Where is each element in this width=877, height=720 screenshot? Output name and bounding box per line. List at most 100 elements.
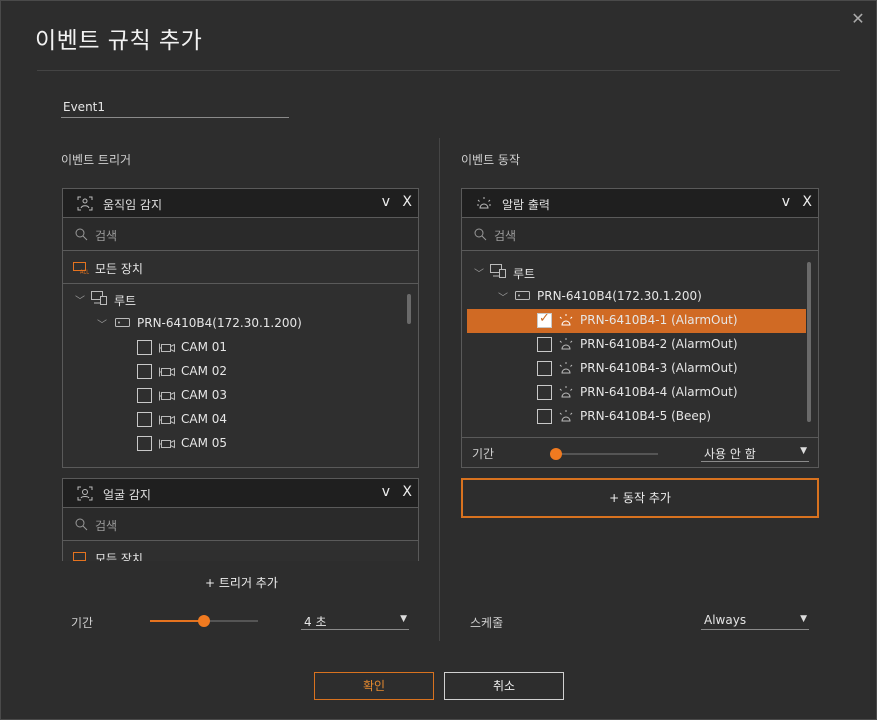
output-label: PRN-6410B4-5 (Beep) [580, 409, 712, 423]
camera-row[interactable]: CAM 01 [63, 336, 403, 360]
chevron-down-icon[interactable]: v [382, 484, 390, 500]
root-site-icon [490, 264, 506, 278]
camera-row[interactable]: CAM 04 [63, 408, 403, 432]
recorder-icon [115, 318, 130, 327]
slider-knob[interactable] [198, 615, 210, 627]
camera-label: CAM 05 [181, 436, 228, 450]
motion-trigger-panel: 움직임 감지 v X 검색 ALL 모든 장치 ﹀ 루트 ﹀ PRN-6410B… [62, 188, 419, 468]
chevron-down-icon[interactable]: ﹀ [75, 292, 85, 307]
alarm-output-icon [559, 362, 573, 374]
search-input[interactable]: 검색 [494, 227, 516, 244]
trigger-search: 검색 [63, 218, 418, 251]
output-row[interactable]: PRN-6410B4-1 (AlarmOut) [462, 309, 802, 333]
dropdown-arrow-icon: ▼ [800, 446, 807, 456]
tree-device-row[interactable]: ﹀ PRN-6410B4(172.30.1.200) [462, 285, 802, 309]
add-trigger-button[interactable]: + 트리거 추가 [205, 574, 278, 591]
all-devices-item[interactable]: ALL 모든 장치 [63, 251, 418, 284]
remove-trigger-button[interactable]: X [402, 194, 412, 210]
output-checkbox[interactable] [537, 337, 552, 352]
action-duration-slider[interactable] [550, 448, 658, 460]
camera-label: CAM 03 [181, 388, 228, 402]
action-type-label: 알람 출력 [502, 198, 550, 212]
output-label: PRN-6410B4-3 (AlarmOut) [580, 361, 738, 375]
tree-scrollbar[interactable] [407, 294, 411, 324]
output-row[interactable]: PRN-6410B4-4 (AlarmOut) [462, 381, 802, 405]
alarm-output-icon [477, 197, 491, 209]
action-duration-dropdown[interactable]: 사용 안 함 ▼ [701, 445, 809, 462]
action-tree: ﹀ 루트 ﹀ PRN-6410B4(172.30.1.200) PRN-6410… [462, 252, 818, 437]
output-checkbox[interactable] [537, 361, 552, 376]
all-devices-icon [73, 552, 86, 561]
tree-device-row[interactable]: ﹀ PRN-6410B4(172.30.1.200) [63, 312, 403, 336]
action-duration-bar: 기간 사용 안 함 ▼ [462, 437, 818, 467]
dropdown-arrow-icon: ▼ [800, 614, 807, 624]
chevron-down-icon[interactable]: ﹀ [474, 265, 484, 280]
root-label: 루트 [513, 267, 536, 281]
trigger-search: 검색 [63, 508, 418, 541]
all-devices-label: 모든 장치 [95, 262, 143, 276]
camera-icon [159, 439, 175, 449]
output-row[interactable]: PRN-6410B4-2 (AlarmOut) [462, 333, 802, 357]
add-action-button[interactable]: + 동작 추가 [461, 478, 819, 518]
slider-fill [150, 620, 204, 622]
camera-row[interactable]: CAM 02 [63, 360, 403, 384]
search-input[interactable]: 검색 [95, 227, 117, 244]
chevron-down-icon[interactable]: ﹀ [97, 316, 107, 331]
camera-row[interactable]: CAM 05 [63, 432, 403, 456]
chevron-down-icon[interactable]: v [382, 194, 390, 210]
schedule-dropdown[interactable]: Always ▼ [701, 613, 809, 630]
camera-checkbox[interactable] [137, 364, 152, 379]
rule-name-input[interactable] [61, 97, 289, 118]
action-duration-label: 기간 [472, 447, 495, 461]
all-devices-icon: ALL [73, 262, 89, 274]
output-row[interactable]: PRN-6410B4-3 (AlarmOut) [462, 357, 802, 381]
camera-label: CAM 02 [181, 364, 228, 378]
camera-icon [159, 415, 175, 425]
camera-checkbox[interactable] [137, 412, 152, 427]
remove-trigger-button[interactable]: X [402, 484, 412, 500]
search-icon [474, 228, 487, 241]
tree-scrollbar[interactable] [807, 262, 811, 422]
search-icon [75, 228, 88, 241]
confirm-button[interactable]: 확인 [314, 672, 434, 700]
recorder-icon [515, 291, 530, 300]
face-trigger-header[interactable]: 얼굴 감지 v X [63, 479, 418, 508]
trigger-duration-label: 기간 [71, 616, 94, 630]
slider-knob[interactable] [550, 448, 562, 460]
remove-action-button[interactable]: X [802, 194, 812, 210]
chevron-down-icon[interactable]: ﹀ [498, 289, 508, 304]
camera-checkbox[interactable] [137, 388, 152, 403]
title-divider [37, 70, 840, 71]
tree-root-row[interactable]: ﹀ 루트 [63, 288, 403, 312]
motion-trigger-header[interactable]: 움직임 감지 v X [63, 189, 418, 218]
tree-root-row[interactable]: ﹀ 루트 [462, 261, 802, 285]
output-checkbox[interactable] [537, 409, 552, 424]
trigger-section-label: 이벤트 트리거 [61, 153, 132, 167]
alarm-action-header[interactable]: 알람 출력 v X [462, 189, 818, 218]
output-row[interactable]: PRN-6410B4-5 (Beep) [462, 405, 802, 429]
camera-label: CAM 01 [181, 340, 228, 354]
device-label: PRN-6410B4(172.30.1.200) [137, 316, 302, 330]
output-checkbox[interactable] [537, 385, 552, 400]
trigger-type-label: 얼굴 감지 [103, 488, 151, 502]
schedule-label: 스케줄 [470, 616, 504, 630]
camera-checkbox[interactable] [137, 340, 152, 355]
output-checkbox[interactable] [537, 311, 552, 328]
trigger-duration-slider[interactable] [150, 615, 258, 627]
camera-icon [159, 343, 175, 353]
chevron-down-icon[interactable]: v [782, 194, 790, 210]
root-site-icon [91, 291, 107, 305]
all-devices-item[interactable]: 모든 장치 [63, 541, 418, 561]
alarm-output-icon [559, 314, 573, 326]
cancel-button[interactable]: 취소 [444, 672, 564, 700]
trigger-duration-dropdown[interactable]: 4 초 ▼ [301, 613, 409, 630]
camera-icon [159, 367, 175, 377]
output-label: PRN-6410B4-4 (AlarmOut) [580, 385, 738, 399]
camera-checkbox[interactable] [137, 436, 152, 451]
close-icon[interactable]: ✕ [850, 11, 866, 27]
dropdown-arrow-icon: ▼ [400, 614, 407, 624]
camera-row[interactable]: CAM 03 [63, 384, 403, 408]
search-input[interactable]: 검색 [95, 517, 117, 534]
output-label: PRN-6410B4-2 (AlarmOut) [580, 337, 738, 351]
camera-label: CAM 04 [181, 412, 228, 426]
